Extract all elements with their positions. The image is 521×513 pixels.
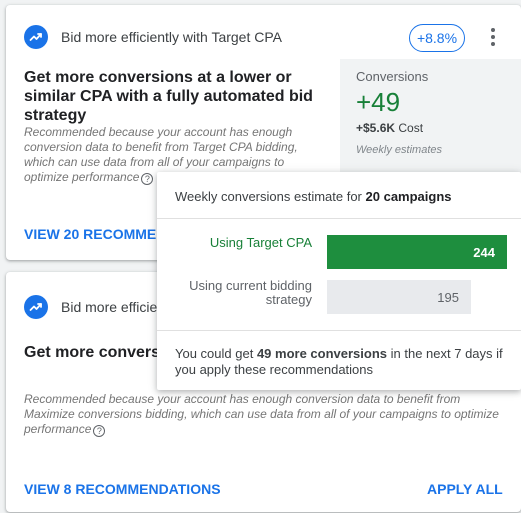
estimate-cost: +$5.6K Cost	[356, 121, 424, 135]
estimate-label: Conversions	[356, 69, 429, 84]
bar-label-target-cpa: Using Target CPA	[209, 235, 312, 250]
popover-summary: You could get 49 more conversions in the…	[175, 346, 503, 377]
estimate-value: +49	[356, 87, 401, 117]
card-reason: Recommended because your account has eno…	[24, 392, 499, 437]
trending-up-icon	[24, 295, 48, 319]
bar-value: 195	[437, 289, 459, 305]
estimate-popover: Weekly conversions estimate for 20 campa…	[157, 172, 521, 390]
more-vert-icon[interactable]	[486, 25, 500, 49]
bar-value: 244	[473, 244, 495, 260]
apply-all-button[interactable]: APPLY ALL	[427, 481, 503, 497]
bar-label-current-strategy: Using current bidding strategy	[189, 278, 312, 307]
estimate-note: Weekly estimates	[356, 144, 442, 156]
popover-divider	[157, 218, 521, 219]
bar-current-strategy: 195	[327, 280, 471, 314]
uplift-badge[interactable]: +8.8%	[409, 24, 465, 52]
help-icon[interactable]: ?	[141, 173, 154, 185]
card-title: Get more conversions at a lower or simil…	[24, 69, 313, 124]
popover-heading: Weekly conversions estimate for 20 campa…	[175, 189, 452, 204]
card-header: Bid more efficiently with Target CPA	[24, 25, 282, 49]
popover-divider	[157, 330, 521, 331]
bar-target-cpa: 244	[327, 235, 507, 269]
view-recommendations-link[interactable]: VIEW 8 RECOMMENDATIONS	[24, 481, 221, 497]
help-icon[interactable]: ?	[93, 425, 106, 437]
card-header-title: Bid more efficiently with Target CPA	[61, 29, 282, 45]
trending-up-icon	[24, 25, 48, 49]
